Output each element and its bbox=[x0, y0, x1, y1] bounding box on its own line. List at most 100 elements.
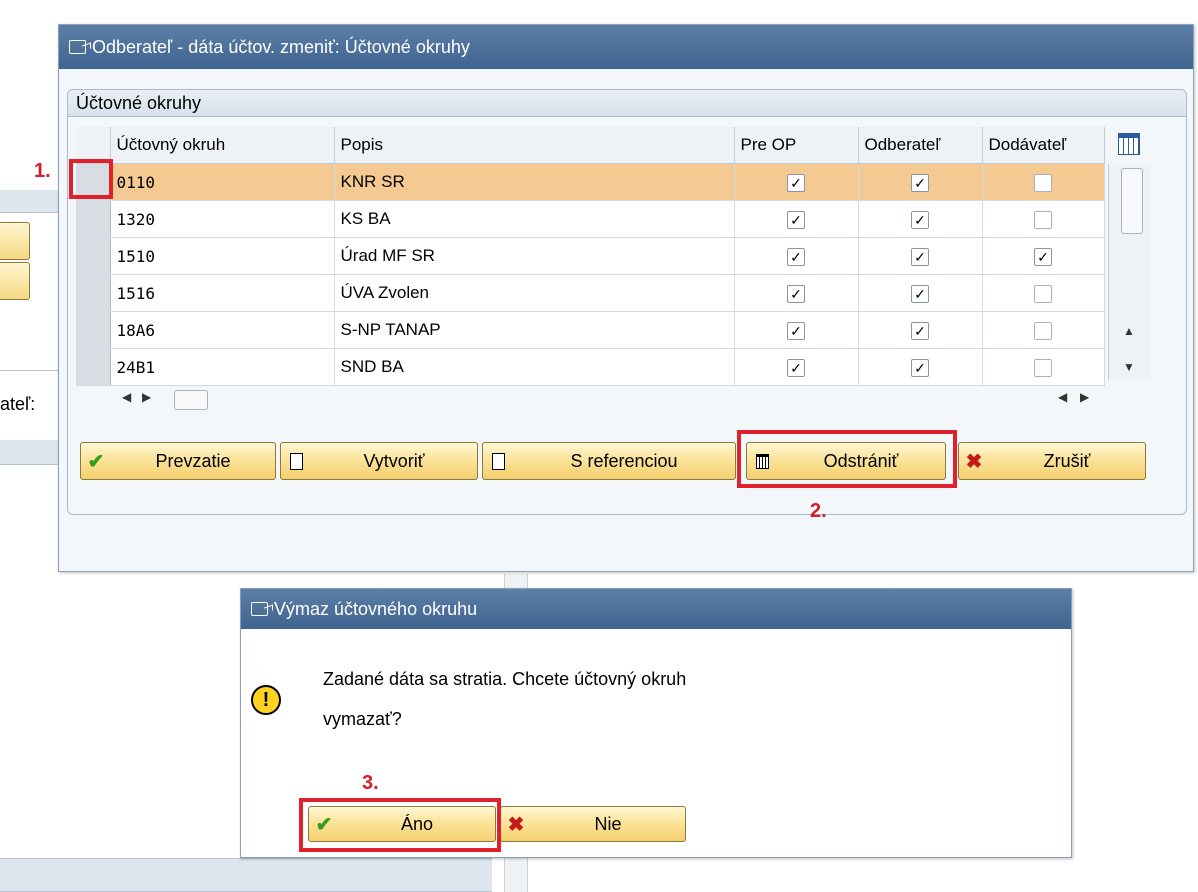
pre-op-checkbox[interactable]: ✓ bbox=[787, 358, 805, 377]
background-button-1[interactable] bbox=[0, 222, 30, 260]
table-row[interactable]: 18A6 S-NP TANAP ✓ ✓ bbox=[76, 311, 1105, 349]
horizontal-scroll-thumb[interactable] bbox=[174, 390, 208, 410]
pre-op-checkbox[interactable]: ✓ bbox=[787, 321, 805, 340]
zrusit-button[interactable]: ✖ Zrušiť bbox=[958, 442, 1146, 480]
row-selector[interactable] bbox=[76, 200, 111, 238]
company-code-cell[interactable]: 1320 bbox=[110, 200, 335, 238]
annotation-box-step1 bbox=[69, 159, 113, 199]
dodavatel-checkbox-cell bbox=[982, 200, 1105, 238]
table-row[interactable]: 1320 KS BA ✓ ✓ bbox=[76, 200, 1105, 238]
annotation-step1: 1. bbox=[34, 160, 51, 182]
pre-op-checkbox[interactable]: ✓ bbox=[787, 284, 805, 303]
pre-op-checkbox[interactable]: ✓ bbox=[787, 173, 805, 192]
pre-op-checkbox-cell: ✓ bbox=[734, 348, 859, 386]
column-header-dodavatel[interactable]: Dodávateľ bbox=[982, 127, 1105, 164]
odberatel-checkbox[interactable]: ✓ bbox=[911, 321, 929, 340]
description-cell[interactable]: KNR SR bbox=[334, 163, 735, 201]
pre-op-checkbox-cell: ✓ bbox=[734, 200, 859, 238]
dodavatel-checkbox[interactable] bbox=[1034, 358, 1052, 377]
scroll-down-icon[interactable]: ▼ bbox=[1123, 360, 1135, 374]
dodavatel-checkbox[interactable] bbox=[1034, 321, 1052, 340]
dodavatel-checkbox-cell: ✓ bbox=[982, 237, 1105, 275]
background-button-2[interactable] bbox=[0, 262, 30, 300]
row-selector[interactable] bbox=[76, 348, 111, 386]
table-horizontal-scrollbar[interactable]: ◀ ▶ ◀ ▶ bbox=[112, 388, 1112, 412]
table-vertical-scrollbar[interactable]: ▲ ▼ bbox=[1108, 164, 1151, 380]
company-code-cell[interactable]: 0110 bbox=[110, 163, 335, 201]
scroll-up-icon[interactable]: ▲ bbox=[1123, 324, 1135, 338]
dodavatel-checkbox-cell bbox=[982, 274, 1105, 312]
company-code-cell[interactable]: 1516 bbox=[110, 274, 335, 312]
description-cell[interactable]: ÚVA Zvolen bbox=[334, 274, 735, 312]
odberatel-checkbox[interactable]: ✓ bbox=[911, 247, 929, 266]
row-selector[interactable] bbox=[76, 311, 111, 349]
row-selector[interactable] bbox=[76, 274, 111, 312]
dodavatel-checkbox[interactable] bbox=[1034, 284, 1052, 303]
pre-op-checkbox-cell: ✓ bbox=[734, 237, 859, 275]
window-title: Odberateľ - dáta účtov. zmeniť: Účtovné … bbox=[92, 36, 470, 57]
table-row[interactable]: 24B1 SND BA ✓ ✓ bbox=[76, 348, 1105, 386]
dialog-title-bar: Výmaz účtovného okruhu bbox=[241, 589, 1071, 629]
odberatel-checkbox-cell: ✓ bbox=[858, 237, 983, 275]
description-cell[interactable]: SND BA bbox=[334, 348, 735, 386]
column-header-pre-op[interactable]: Pre OP bbox=[734, 127, 859, 164]
column-header-company-code[interactable]: Účtovný okruh bbox=[110, 127, 335, 164]
company-code-cell[interactable]: 24B1 bbox=[110, 348, 335, 386]
dialog-icon bbox=[251, 602, 268, 616]
pre-op-checkbox[interactable]: ✓ bbox=[787, 247, 805, 266]
pre-op-checkbox[interactable]: ✓ bbox=[787, 210, 805, 229]
table-row[interactable]: 1516 ÚVA Zvolen ✓ ✓ bbox=[76, 274, 1105, 312]
pre-op-checkbox-cell: ✓ bbox=[734, 274, 859, 312]
background-field-label: ateľ: bbox=[0, 394, 36, 414]
company-code-cell[interactable]: 18A6 bbox=[110, 311, 335, 349]
new-document-icon bbox=[281, 450, 311, 473]
company-codes-table: Účtovný okruh Popis Pre OP Odberateľ Dod… bbox=[76, 127, 1105, 386]
background-divider bbox=[0, 370, 66, 371]
dialog-message-line2: vymazať? bbox=[323, 709, 402, 729]
column-header-odberatel[interactable]: Odberateľ bbox=[858, 127, 983, 164]
odberatel-checkbox[interactable]: ✓ bbox=[911, 284, 929, 303]
reference-document-icon bbox=[483, 450, 513, 473]
nie-button[interactable]: ✖ Nie bbox=[500, 806, 686, 842]
odberatel-checkbox-cell: ✓ bbox=[858, 163, 983, 201]
cancel-x-icon: ✖ bbox=[965, 450, 983, 473]
scroll-right-icon[interactable]: ▶ bbox=[142, 390, 151, 404]
table-row[interactable]: 0110 KNR SR ✓ ✓ bbox=[76, 163, 1105, 201]
column-header-description[interactable]: Popis bbox=[334, 127, 735, 164]
dodavatel-checkbox[interactable] bbox=[1034, 210, 1052, 229]
background-strip-mid bbox=[0, 440, 66, 465]
checkmark-icon: ✔ bbox=[87, 450, 105, 473]
vertical-scroll-thumb[interactable] bbox=[1121, 168, 1143, 234]
s-referenciou-button[interactable]: S referenciou bbox=[482, 442, 736, 480]
scroll-left-icon[interactable]: ◀ bbox=[122, 390, 131, 404]
cancel-x-icon: ✖ bbox=[507, 813, 525, 836]
odberatel-checkbox[interactable]: ✓ bbox=[911, 173, 929, 192]
scroll-right-end-icon[interactable]: ▶ bbox=[1080, 390, 1089, 404]
description-cell[interactable]: KS BA bbox=[334, 200, 735, 238]
odberatel-checkbox[interactable]: ✓ bbox=[911, 358, 929, 377]
prevzatie-button[interactable]: ✔ Prevzatie bbox=[80, 442, 276, 480]
scroll-left-end-icon[interactable]: ◀ bbox=[1058, 390, 1067, 404]
pre-op-checkbox-cell: ✓ bbox=[734, 311, 859, 349]
vytvorit-button[interactable]: Vytvoriť bbox=[280, 442, 478, 480]
dodavatel-checkbox[interactable]: ✓ bbox=[1034, 247, 1052, 266]
warning-icon: ! bbox=[251, 685, 281, 715]
description-cell[interactable]: Úrad MF SR bbox=[334, 237, 735, 275]
odberatel-checkbox[interactable]: ✓ bbox=[911, 210, 929, 229]
dodavatel-checkbox-cell bbox=[982, 348, 1105, 386]
odberatel-checkbox-cell: ✓ bbox=[858, 274, 983, 312]
table-row[interactable]: 1510 Úrad MF SR ✓ ✓ ✓ bbox=[76, 237, 1105, 275]
row-selector[interactable] bbox=[76, 237, 111, 275]
dialog-title: Výmaz účtovného okruhu bbox=[274, 598, 478, 619]
column-settings-icon[interactable] bbox=[1118, 133, 1140, 155]
group-title: Účtovné okruhy bbox=[68, 90, 1186, 117]
annotation-box-step3 bbox=[299, 798, 501, 852]
dialog-message-line1: Zadané dáta sa stratia. Chcete účtovný o… bbox=[323, 669, 687, 689]
annotation-box-step2 bbox=[737, 430, 957, 488]
odberatel-checkbox-cell: ✓ bbox=[858, 311, 983, 349]
odberatel-checkbox-cell: ✓ bbox=[858, 200, 983, 238]
pre-op-checkbox-cell: ✓ bbox=[734, 163, 859, 201]
company-code-cell[interactable]: 1510 bbox=[110, 237, 335, 275]
description-cell[interactable]: S-NP TANAP bbox=[334, 311, 735, 349]
dodavatel-checkbox[interactable] bbox=[1034, 173, 1052, 192]
